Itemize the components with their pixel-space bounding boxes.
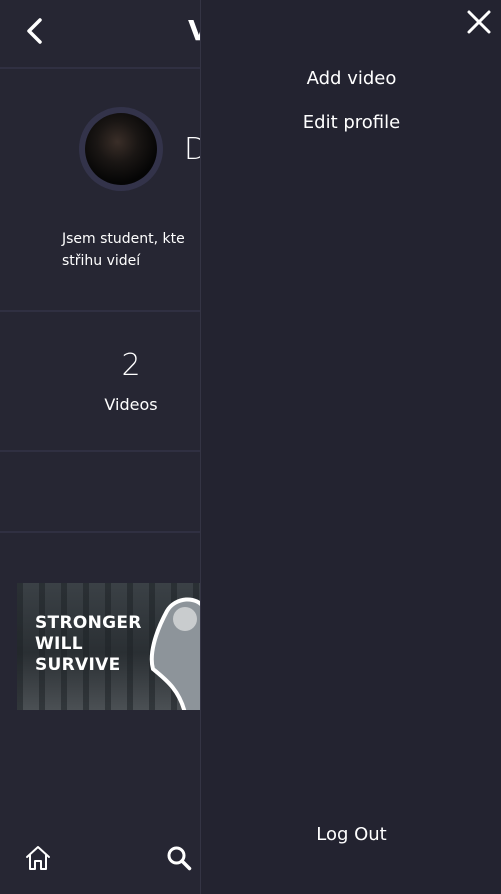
home-icon[interactable] bbox=[24, 844, 52, 872]
side-drawer: Add video Edit profile Log Out bbox=[200, 0, 501, 894]
edit-profile-menu-item[interactable]: Edit profile bbox=[201, 112, 501, 133]
chevron-left-icon[interactable] bbox=[22, 16, 48, 46]
logout-button[interactable]: Log Out bbox=[201, 824, 501, 845]
search-icon[interactable] bbox=[166, 845, 192, 871]
avatar bbox=[85, 113, 157, 185]
thumbnail-text: STRONGER WILL SURVIVE bbox=[35, 613, 142, 675]
videos-label: Videos bbox=[104, 395, 158, 414]
close-icon[interactable] bbox=[465, 8, 493, 36]
add-video-menu-item[interactable]: Add video bbox=[201, 68, 501, 89]
videos-count: 2 bbox=[121, 348, 141, 383]
